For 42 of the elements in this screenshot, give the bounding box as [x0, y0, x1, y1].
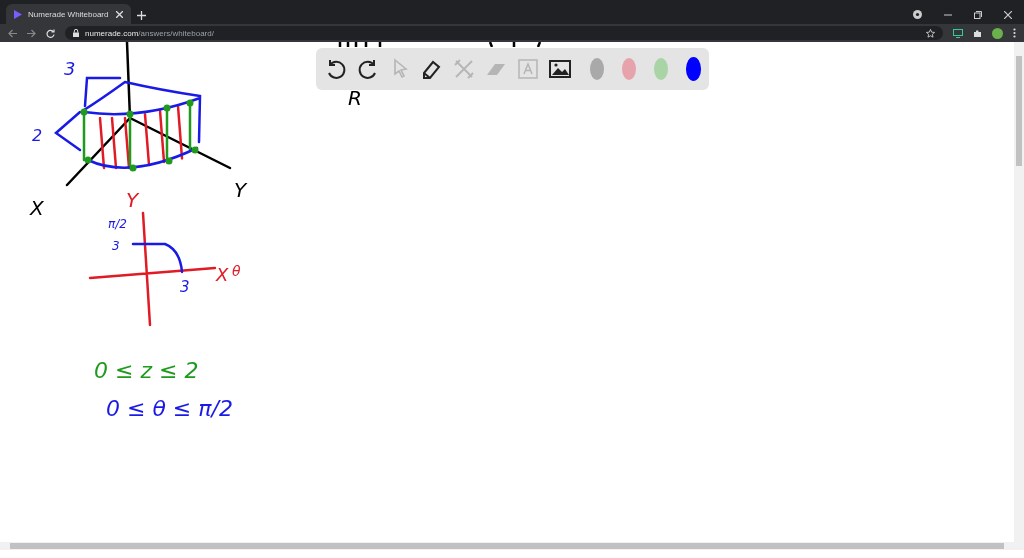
- star-icon[interactable]: [926, 28, 935, 38]
- profile-avatar[interactable]: [992, 27, 1003, 39]
- handwritten-label: π/2: [108, 218, 127, 230]
- address-bar[interactable]: numerade.com/answers/whiteboard/: [65, 26, 943, 40]
- color-swatch[interactable]: [653, 58, 668, 80]
- close-icon[interactable]: [1004, 10, 1012, 19]
- tools-icon: [452, 57, 476, 81]
- handwritten-label: 0 ≤ z ≤ 2: [94, 360, 199, 382]
- handwritten-label: θ: [232, 264, 241, 278]
- forward-icon[interactable]: [27, 28, 36, 38]
- lock-icon: [73, 29, 79, 37]
- handwritten-label: 3: [180, 280, 190, 295]
- back-icon[interactable]: [8, 28, 17, 38]
- handwritten-label: 3: [64, 60, 76, 78]
- handwritten-label: 2: [32, 128, 43, 144]
- whiteboard-canvas[interactable]: 3 R 2 X Y Y π/2 3 X θ 3 0 ≤ z ≤ 2 0 ≤ θ ≤ π/2: [0, 42, 1014, 550]
- handwritten-label: X: [216, 266, 229, 284]
- close-icon[interactable]: [116, 10, 123, 18]
- image-icon: [548, 57, 572, 81]
- vertical-scrollbar[interactable]: [1014, 42, 1024, 550]
- handwritten-label: 3: [112, 240, 120, 252]
- play-logo-icon: [14, 9, 22, 19]
- color-swatch[interactable]: [621, 58, 636, 80]
- handwritten-label: Y: [234, 180, 247, 200]
- menu-icon[interactable]: [1013, 28, 1016, 38]
- horizontal-scrollbar[interactable]: [0, 542, 1014, 550]
- restore-icon[interactable]: [974, 10, 982, 19]
- puzzle-icon[interactable]: [973, 28, 982, 38]
- color-swatch[interactable]: [685, 57, 701, 81]
- image-tool-button[interactable]: [548, 57, 572, 81]
- handwritten-label: X: [30, 198, 44, 218]
- monitor-icon[interactable]: [953, 28, 963, 38]
- color-swatch[interactable]: [590, 58, 604, 80]
- tab-search-icon[interactable]: [913, 10, 922, 19]
- text-icon: [516, 57, 540, 81]
- reload-icon[interactable]: [46, 28, 55, 38]
- url-text: numerade.com/answers/whiteboard/: [85, 28, 214, 38]
- handwritten-label: 0 ≤ θ ≤ π/2: [106, 398, 233, 420]
- handwritten-label: Y: [126, 190, 139, 210]
- new-tab-icon[interactable]: [137, 11, 146, 20]
- handwritten-label: R: [348, 88, 362, 108]
- browser-tab[interactable]: Numerade Whiteboard: [6, 4, 131, 24]
